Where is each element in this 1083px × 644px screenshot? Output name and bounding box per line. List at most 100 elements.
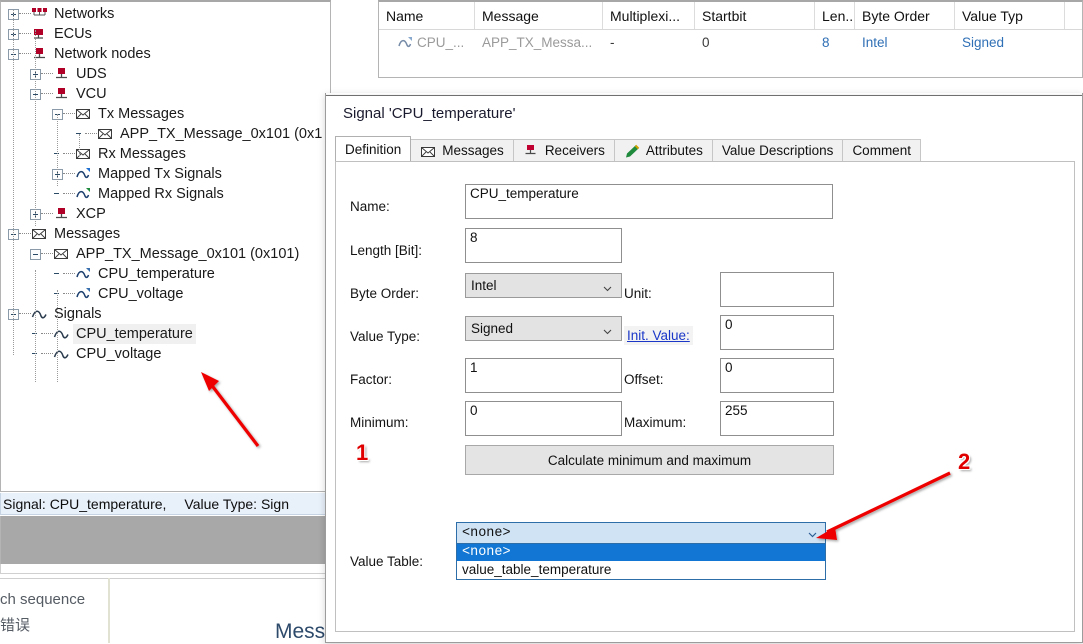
tree-leaf-spacer [52,269,63,280]
tree-node-label: Network nodes [54,46,151,62]
object-tree-panel[interactable]: Networks ECUs Network nodes UDS VCU Tx Messag… [0,0,331,492]
tree-node-label: APP_TX_Message_0x101 (0x1 [120,126,323,142]
tree-node-label: Signals [54,306,102,322]
name-input[interactable]: CPU_temperature [465,184,833,219]
tree-node-label: CPU_voltage [98,286,184,302]
wave-icon [53,326,70,342]
bottom-left-text: ch sequence 错误 [0,587,108,639]
maximum-input[interactable]: 255 [720,401,834,436]
dropdown-option[interactable]: value_table_temperature [457,561,825,578]
tree-node[interactable]: Mapped Tx Signals [1,164,330,184]
table-cell-text: APP_TX_Messa... [482,35,593,50]
tree-node[interactable]: Tx Messages [1,104,330,124]
tree-node[interactable]: Networks [1,4,330,24]
minimum-input[interactable]: 0 [465,401,622,436]
length-label: Length [Bit]: [350,243,423,258]
value-table-dropdown-list[interactable]: <none> value_table_temperature [456,544,826,580]
tree-node[interactable]: VCU [1,84,330,104]
tree-node-label: Tx Messages [98,106,185,122]
node-icon [53,86,70,102]
grid-column-header-label: Len... [822,7,855,24]
tree-node-label: CPU_temperature [98,266,215,282]
tree-node[interactable]: UDS [1,64,330,84]
signal-properties-dialog[interactable]: Signal 'CPU_temperature' Definition Messa… [325,93,1083,643]
offset-input[interactable]: 0 [720,358,834,393]
tree-node[interactable]: Messages [1,224,330,244]
node-icon [53,206,70,222]
tree-node[interactable]: XCP [1,204,330,224]
value-table-label: Value Table: [350,554,424,569]
tree-node[interactable]: Rx Messages [1,144,330,164]
grid-body[interactable]: CPU_... APP_TX_Messa... - 0 8 Intel Signed [379,30,1082,55]
grid-column-header[interactable]: Value Typ [955,2,1065,29]
tree-guide-line [35,30,36,226]
table-cell-value-type: Signed [955,30,1065,55]
tree-node[interactable]: APP_TX_Message_0x101 (0x1 [1,124,330,144]
tree-node-label: UDS [76,66,107,82]
tab-attributes[interactable]: Attributes [613,139,713,161]
grid-column-header-label: Message [482,7,539,24]
grid-column-header[interactable]: Len... [815,2,855,29]
grid-column-header[interactable]: Startbit [695,2,815,29]
tab-receivers[interactable]: Receivers [512,139,615,161]
dropdown-option[interactable]: <none> [457,544,825,561]
envelope-icon [75,146,92,162]
tree-node[interactable]: CPU_voltage [1,284,330,304]
tree-node-label: CPU_temperature [73,324,196,344]
table-cell-length: 8 [815,30,855,55]
table-cell-startbit: 0 [695,30,815,55]
table-cell-name: CPU_... [379,30,475,55]
factor-input[interactable]: 1 [465,358,622,393]
collapse-icon[interactable] [30,248,41,260]
grid-column-header[interactable]: Name [379,2,475,29]
tab-messages[interactable]: Messages [410,139,514,161]
tree-node[interactable]: APP_TX_Message_0x101 (0x101) [1,244,330,264]
length-input[interactable]: 8 [465,228,622,263]
value-type-label: Value Type: [350,329,421,344]
table-cell-text: Signed [962,35,1005,50]
init-value-input[interactable]: 0 [720,315,834,350]
grid-column-header-label: Value Typ [962,7,1023,24]
grid-column-header[interactable]: Multiplexi... [603,2,695,29]
tab-value-descriptions[interactable]: Value Descriptions [711,139,844,161]
byte-order-select[interactable]: Intel [465,273,622,298]
tree-node-label: Messages [54,226,121,242]
table-row[interactable]: CPU_... APP_TX_Messa... - 0 8 Intel Signed [379,30,1082,55]
node-icon [53,66,70,82]
tree-node[interactable]: Network nodes [1,44,330,64]
signals-grid-panel[interactable]: Name Message Multiplexi... Startbit Len... By… [378,0,1083,78]
dialog-tab-strip[interactable]: Definition Messages Receivers Attributes Val… [335,136,1075,162]
tree-connector [41,253,53,255]
grid-column-header[interactable]: Byte Order [855,2,955,29]
table-cell-text: 8 [822,35,830,50]
tree-node[interactable]: Signals [1,304,330,324]
tree-node[interactable]: Mapped Rx Signals [1,184,330,204]
tab-definition[interactable]: Definition [335,136,412,161]
value-table-combobox[interactable]: <none> [456,522,826,544]
unit-input[interactable] [720,272,834,307]
bottom-line-1: ch sequence [0,591,86,608]
tree-node[interactable]: CPU_temperature [1,264,330,284]
object-tree[interactable]: Networks ECUs Network nodes UDS VCU Tx Messag… [1,2,330,364]
tree-node[interactable]: CPU_voltage [1,344,330,364]
tree-node[interactable]: CPU_temperature [1,324,330,344]
grid-column-header[interactable]: Message [475,2,603,29]
tree-node-label: Mapped Rx Signals [98,186,224,202]
grid-column-header-label: Name [386,7,424,24]
tree-connector [63,173,75,175]
maximum-label: Maximum: [624,415,687,430]
tree-node[interactable]: ECUs [1,24,330,44]
calculate-min-max-button[interactable]: Calculate minimum and maximum [465,445,834,475]
tree-connector [19,53,31,55]
value-type-select[interactable]: Signed [465,316,622,341]
init-value-link[interactable]: Init. Value: [624,326,693,345]
chevron-down-icon [603,281,612,292]
tab-comment[interactable]: Comment [842,139,921,161]
envelope-icon [53,246,70,262]
network-icon [31,6,48,22]
